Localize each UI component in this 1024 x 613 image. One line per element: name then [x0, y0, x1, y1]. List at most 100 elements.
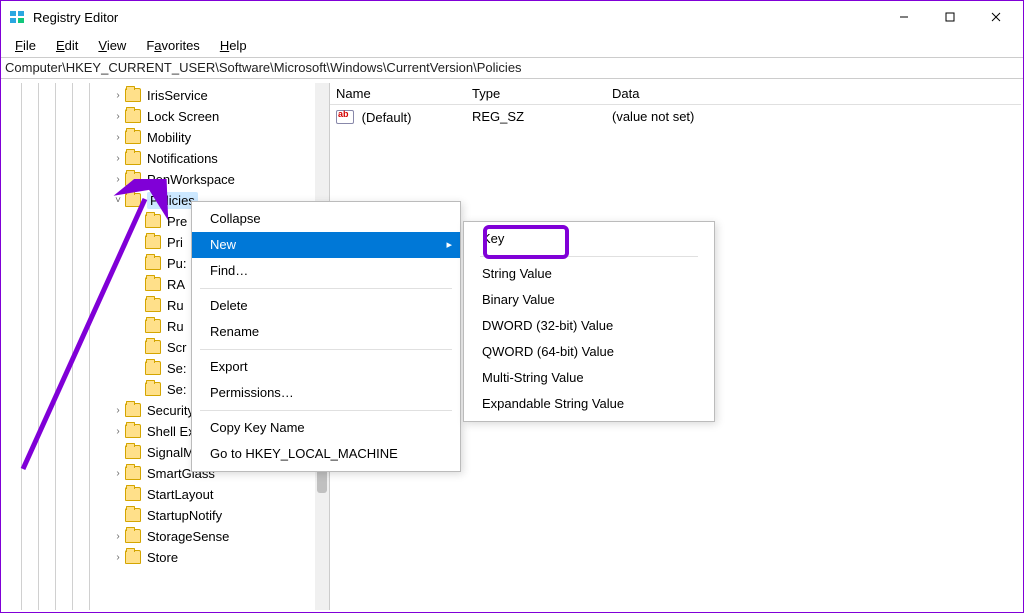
context-submenu-item-multi-string-value[interactable]: Multi-String Value [464, 365, 714, 391]
tree-node-storagesense[interactable]: › StorageSense [3, 526, 315, 547]
tree-node-startupnotify[interactable]: StartupNotify [3, 505, 315, 526]
tree-node-label: Pu: [167, 256, 187, 271]
expand-icon[interactable]: › [111, 85, 125, 106]
tree-node-store[interactable]: › Store [3, 547, 315, 568]
context-submenu-item-key[interactable]: Key [464, 226, 714, 252]
tree-node-label: PenWorkspace [147, 172, 235, 187]
context-submenu-item-string-value[interactable]: String Value [464, 261, 714, 287]
context-menu-item-delete[interactable]: Delete [192, 293, 460, 319]
tree-node-label: Pre [167, 214, 187, 229]
expand-icon[interactable]: › [111, 547, 125, 568]
expand-icon[interactable]: › [111, 169, 125, 190]
context-menu-item-new[interactable]: New [192, 232, 460, 258]
menu-file[interactable]: File [7, 36, 44, 55]
tree-node-penworkspace[interactable]: › PenWorkspace [3, 169, 315, 190]
tree-node-label: StorageSense [147, 529, 229, 544]
expand-icon[interactable]: › [111, 400, 125, 421]
titlebar[interactable]: Registry Editor [1, 1, 1023, 33]
tree-node-label: Scr [167, 340, 187, 355]
tree-node-label: Notifications [147, 151, 218, 166]
list-header[interactable]: Name Type Data [330, 83, 1021, 105]
context-menu-item-go-to-hkey-local-machine[interactable]: Go to HKEY_LOCAL_MACHINE [192, 441, 460, 467]
maximize-button[interactable] [927, 2, 973, 32]
menu-separator [480, 256, 698, 257]
expand-icon[interactable]: › [111, 463, 125, 484]
expand-icon[interactable]: › [111, 148, 125, 169]
menu-help[interactable]: Help [212, 36, 255, 55]
tree-node-irisservice[interactable]: › IrisService [3, 85, 315, 106]
close-button[interactable] [973, 2, 1019, 32]
folder-icon [145, 277, 161, 291]
folder-icon [125, 550, 141, 564]
context-submenu-item-expandable-string-value[interactable]: Expandable String Value [464, 391, 714, 417]
folder-icon [145, 235, 161, 249]
folder-icon [145, 340, 161, 354]
menu-favorites[interactable]: Favorites [138, 36, 207, 55]
folder-icon [125, 424, 141, 438]
tree-node-label: Ru [167, 298, 184, 313]
menu-separator [200, 288, 452, 289]
folder-icon [125, 88, 141, 102]
folder-icon [145, 214, 161, 228]
tree-node-label: IrisService [147, 88, 208, 103]
value-type-cell: REG_SZ [466, 109, 606, 124]
expand-icon[interactable]: › [111, 526, 125, 547]
folder-icon [145, 298, 161, 312]
tree-node-startlayout[interactable]: StartLayout [3, 484, 315, 505]
context-submenu-item-dword-32-bit-value[interactable]: DWORD (32-bit) Value [464, 313, 714, 339]
folder-icon [125, 130, 141, 144]
folder-icon [145, 361, 161, 375]
folder-icon [145, 382, 161, 396]
value-data-cell: (value not set) [606, 109, 1021, 124]
menu-edit[interactable]: Edit [48, 36, 86, 55]
column-name[interactable]: Name [330, 86, 466, 101]
list-row[interactable]: (Default) REG_SZ (value not set) [330, 105, 1021, 127]
context-menu-item-copy-key-name[interactable]: Copy Key Name [192, 415, 460, 441]
tree-node-label: StartLayout [147, 487, 214, 502]
context-menu-item-find-[interactable]: Find… [192, 258, 460, 284]
folder-icon [125, 466, 141, 480]
tree-node-label: Lock Screen [147, 109, 219, 124]
context-menu-item-export[interactable]: Export [192, 354, 460, 380]
folder-icon [125, 109, 141, 123]
context-menu-item-permissions-[interactable]: Permissions… [192, 380, 460, 406]
tree-node-label: Se: [167, 361, 187, 376]
expand-icon[interactable]: › [111, 421, 125, 442]
minimize-button[interactable] [881, 2, 927, 32]
folder-icon [125, 151, 141, 165]
folder-icon [125, 529, 141, 543]
context-submenu-item-qword-64-bit-value[interactable]: QWORD (64-bit) Value [464, 339, 714, 365]
regedit-icon [9, 9, 25, 25]
window-title: Registry Editor [33, 10, 118, 25]
string-value-icon [336, 110, 354, 124]
tree-node-label: Ru [167, 319, 184, 334]
folder-icon [125, 403, 141, 417]
context-menu-item-collapse[interactable]: Collapse [192, 206, 460, 232]
tree-node-label: Pri [167, 235, 183, 250]
tree-node-mobility[interactable]: › Mobility [3, 127, 315, 148]
tree-node-label: Se: [167, 382, 187, 397]
context-menu-item-rename[interactable]: Rename [192, 319, 460, 345]
context-submenu-item-binary-value[interactable]: Binary Value [464, 287, 714, 313]
folder-icon [125, 487, 141, 501]
address-bar[interactable]: Computer\HKEY_CURRENT_USER\Software\Micr… [1, 57, 1023, 79]
menu-separator [200, 410, 452, 411]
column-data[interactable]: Data [606, 86, 1021, 101]
expand-icon[interactable]: › [111, 106, 125, 127]
expand-icon[interactable]: › [111, 127, 125, 148]
tree-node-label: RA [167, 277, 185, 292]
folder-icon [125, 508, 141, 522]
menu-view[interactable]: View [90, 36, 134, 55]
tree-node-notifications[interactable]: › Notifications [3, 148, 315, 169]
folder-icon [145, 256, 161, 270]
context-menu: CollapseNewFind… DeleteRename ExportPermis… [191, 201, 461, 472]
context-submenu-new: Key String ValueBinary ValueDWORD (32-bit… [463, 221, 715, 422]
tree-node-label: Mobility [147, 130, 191, 145]
tree-node-label: Store [147, 550, 178, 565]
column-type[interactable]: Type [466, 86, 606, 101]
folder-icon [125, 172, 141, 186]
tree-node-label: StartupNotify [147, 508, 222, 523]
tree-node-lock-screen[interactable]: › Lock Screen [3, 106, 315, 127]
folder-icon [145, 319, 161, 333]
expand-icon[interactable]: ˅ [111, 190, 125, 211]
